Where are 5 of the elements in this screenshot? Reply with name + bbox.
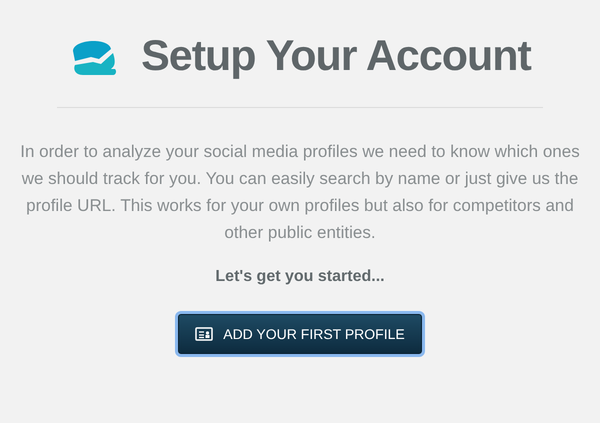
prompt-text: Let's get you started... [215, 268, 385, 286]
page-title: Setup Your Account [141, 32, 531, 81]
id-card-icon [195, 327, 214, 341]
intro-paragraph: In order to analyze your social media profiles we need to know which ones we should track for you. You can easily search by name or just give us the profile URL. This works for your own profiles but also for competitors and other public entities. [20, 141, 580, 244]
add-profile-button[interactable]: ADD YOUR FIRST PROFILE [178, 314, 422, 354]
